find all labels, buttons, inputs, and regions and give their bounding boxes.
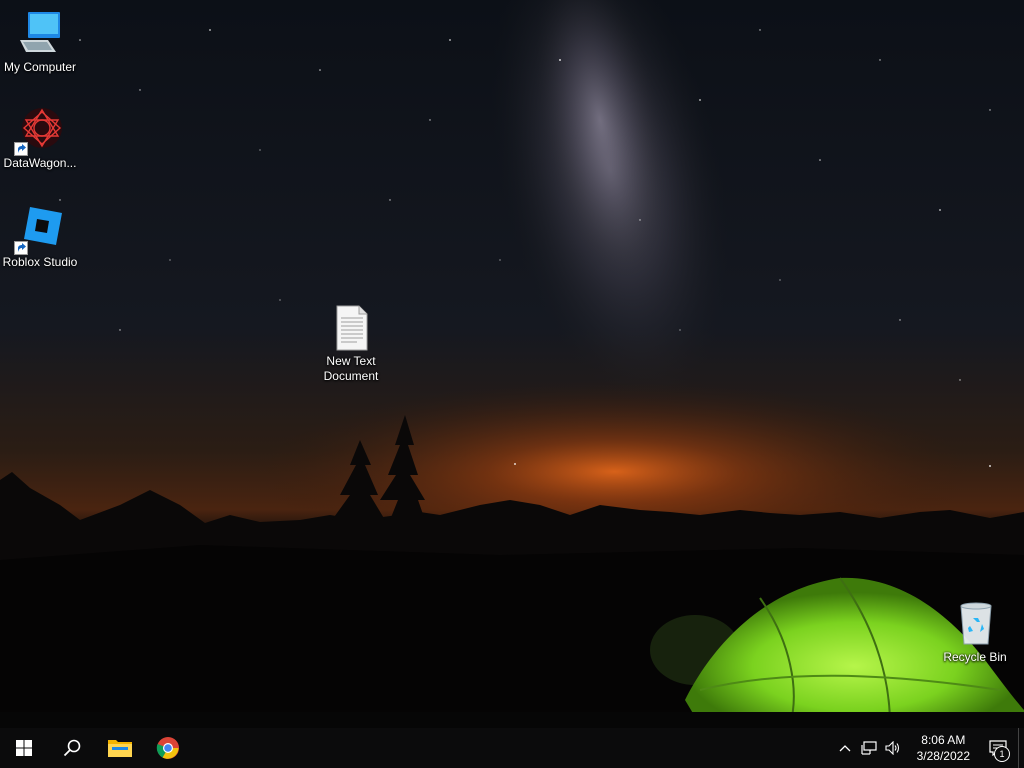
roblox-studio-icon xyxy=(14,205,64,255)
show-hidden-icons-button[interactable] xyxy=(833,728,857,768)
datawagon-icon xyxy=(14,106,64,156)
volume-button[interactable] xyxy=(881,728,905,768)
taskbar-file-explorer[interactable] xyxy=(96,728,144,768)
chevron-up-icon xyxy=(839,745,851,752)
desktop-icon-my-computer[interactable]: My Computer xyxy=(0,10,80,75)
desktop-icon-label: Recycle Bin xyxy=(943,650,1007,664)
clock-date: 3/28/2022 xyxy=(916,749,970,763)
shortcut-arrow-icon xyxy=(14,241,28,255)
show-desktop-button[interactable] xyxy=(1018,728,1024,768)
network-button[interactable] xyxy=(857,728,881,768)
shortcut-arrow-icon xyxy=(14,142,28,156)
desktop-icon-label: Roblox Studio xyxy=(2,255,78,269)
notification-count-badge: 1 xyxy=(994,746,1010,762)
search-icon xyxy=(63,739,81,757)
taskbar: 8:06 AM 3/28/2022 1 xyxy=(0,728,1024,768)
windows-logo-icon xyxy=(16,740,32,756)
folder-icon xyxy=(108,740,132,757)
recycle-bin-icon xyxy=(951,600,999,648)
network-icon xyxy=(861,741,877,755)
wallpaper-image xyxy=(0,0,1024,728)
action-center-button[interactable]: 1 xyxy=(978,728,1018,768)
desktop-icon-roblox-studio[interactable]: Roblox Studio xyxy=(0,205,80,270)
desktop-icon-datawagon[interactable]: DataWagon... xyxy=(0,106,80,171)
chrome-icon xyxy=(156,737,179,759)
volume-icon xyxy=(885,741,899,755)
computer-icon xyxy=(16,10,64,58)
clock-button[interactable]: 8:06 AM 3/28/2022 xyxy=(909,732,978,764)
desktop-icon-recycle-bin[interactable]: Recycle Bin xyxy=(935,600,1015,665)
desktop-icon-label: DataWagon... xyxy=(3,156,77,170)
desktop-wallpaper xyxy=(0,0,1024,728)
text-document-icon xyxy=(327,304,375,352)
desktop-icon-label: New Text Document xyxy=(323,354,379,383)
search-button[interactable] xyxy=(48,728,96,768)
desktop-icon-label: My Computer xyxy=(3,60,77,74)
start-button[interactable] xyxy=(0,728,48,768)
clock-time: 8:06 AM xyxy=(921,733,966,747)
system-tray: 8:06 AM 3/28/2022 1 xyxy=(833,728,1024,768)
desktop-icon-new-text-document[interactable]: New Text Document xyxy=(311,304,391,384)
taskbar-google-chrome[interactable] xyxy=(144,728,192,768)
